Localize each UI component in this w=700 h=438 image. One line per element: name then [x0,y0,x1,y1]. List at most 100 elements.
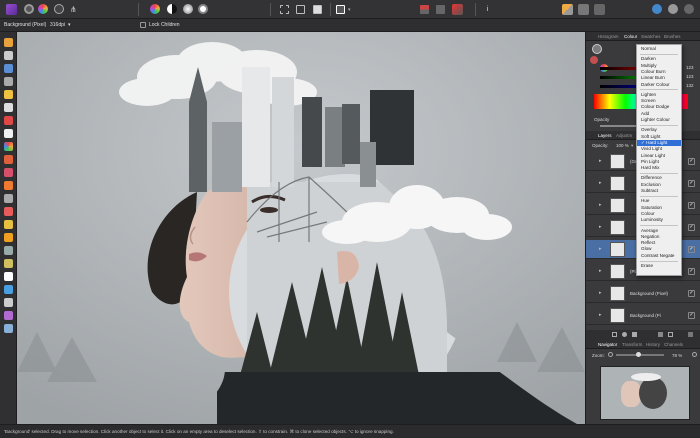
chevron-down-icon[interactable]: ▾ [631,143,633,149]
zoom-value[interactable]: 78 % [672,353,682,358]
auto-colour-icon[interactable] [150,4,160,14]
move-tool-icon[interactable] [4,51,13,60]
primary-colour-swatch[interactable] [592,44,602,54]
layer-opacity-value[interactable]: 100 % [616,143,629,148]
expand-arrow-icon[interactable]: ▸ [599,246,602,252]
assistant-icon[interactable] [420,5,429,14]
deselect-icon[interactable] [296,5,305,14]
add-layer-icon[interactable] [668,332,673,337]
layer-visibility-checkbox[interactable]: ✓ [688,202,695,209]
quick-mask-icon[interactable] [336,5,345,14]
new-group-icon[interactable] [658,332,663,337]
expand-arrow-icon[interactable]: ▸ [599,202,602,208]
tab-channels[interactable]: Channels [664,342,683,347]
blemish-removal-icon[interactable] [4,246,13,255]
marquee-tool-icon[interactable] [4,116,13,125]
tab-colour[interactable]: Colour [624,34,637,39]
tab-transform[interactable]: Transform [622,342,642,347]
tab-histogram[interactable]: Histogram [598,34,619,39]
view-tool-icon[interactable] [4,38,13,47]
red-eye-icon[interactable] [4,259,13,268]
share-icon[interactable]: ⋔ [70,4,81,15]
auto-white-balance-icon[interactable] [198,4,208,14]
document-canvas[interactable] [17,32,585,424]
paint-brush-icon[interactable] [4,155,13,164]
green-value[interactable]: 123 [686,74,694,79]
blend-mode-item[interactable]: Erase [637,263,681,269]
zoom-out-icon[interactable] [608,352,613,357]
clone-brush-icon[interactable] [4,181,13,190]
crop-tool-icon[interactable] [4,77,13,86]
flood-fill-icon[interactable] [4,142,13,151]
app-icon[interactable] [6,4,17,15]
pen-tool-icon[interactable] [4,311,13,320]
erase-brush-icon[interactable] [4,194,13,203]
mirror-icon[interactable] [436,5,445,14]
blue-value[interactable]: 132 [686,83,694,88]
marquee-select-icon[interactable] [280,5,289,14]
blend-mode-item[interactable]: Hard Mix [637,165,681,171]
auto-levels-icon[interactable] [183,4,193,14]
secondary-colour-swatch[interactable] [590,56,598,64]
tab-brushes[interactable]: Brushes [664,34,681,39]
layer-row[interactable]: ▸ Background (Pixel) ✓ [586,284,700,303]
expand-arrow-icon[interactable]: ▸ [599,290,602,296]
layer-visibility-checkbox[interactable]: ✓ [688,180,695,187]
smudge-brush-icon[interactable] [4,207,13,216]
adjustment-icon[interactable] [622,332,627,337]
expand-arrow-icon[interactable]: ▸ [599,180,602,186]
selection-brush-icon[interactable] [4,90,13,99]
zoom-tool-icon[interactable] [4,324,13,333]
snapping-icon[interactable] [594,4,605,15]
persona-develop-icon[interactable] [54,4,64,14]
invert-selection-icon[interactable] [313,5,322,14]
healing-brush-icon[interactable] [4,220,13,229]
delete-layer-icon[interactable] [688,332,693,337]
layer-visibility-checkbox[interactable]: ✓ [688,158,695,165]
layer-row[interactable]: ▸ Background (Pi ✓ [586,306,700,325]
flood-select-icon[interactable] [4,103,13,112]
sharpen-brush-icon[interactable] [4,272,13,281]
blend-mode-item[interactable]: Lighter Colour [637,117,681,123]
blend-mode-item[interactable]: Luminosity [637,217,681,223]
layer-visibility-checkbox[interactable]: ✓ [688,290,695,297]
dodge-brush-icon[interactable] [4,168,13,177]
info-icon[interactable]: i [482,4,493,15]
mask-layer-icon[interactable] [612,332,617,337]
tab-adjustments[interactable]: Adjustm [616,133,632,138]
expand-arrow-icon[interactable]: ▸ [599,158,602,164]
blend-mode-item[interactable]: Contrast Negate [637,253,681,259]
tab-layers[interactable]: Layers [598,133,612,138]
expand-arrow-icon[interactable]: ▸ [599,268,602,274]
persona-photo-icon[interactable] [24,4,34,14]
inpainting-brush-icon[interactable] [4,233,13,242]
blend-mode-item[interactable]: Normal [637,46,681,52]
navigator-preview[interactable] [600,366,690,420]
blend-mode-dropdown[interactable]: Normal Darken Multiply Colour Burn Linear Bu… [636,44,682,276]
tab-swatches[interactable]: Swatches [641,34,661,39]
auto-contrast-icon[interactable] [167,4,177,14]
live-filter-icon[interactable] [632,332,637,337]
dpi-label[interactable]: 316dpi [50,22,65,28]
layer-visibility-checkbox[interactable]: ✓ [688,268,695,275]
blend-mode-item[interactable]: Darker Colour [637,82,681,88]
expand-arrow-icon[interactable]: ▸ [599,224,602,230]
tab-navigator[interactable]: Navigator [598,342,617,347]
layer-visibility-checkbox[interactable]: ✓ [688,312,695,319]
dpi-dropdown-icon[interactable]: ▾ [68,22,71,28]
colour-picker-icon[interactable] [4,64,13,73]
tab-history[interactable]: History [646,342,660,347]
align-icon[interactable] [578,4,589,15]
brush-assistant-icon[interactable] [452,4,463,15]
studio-3-icon[interactable] [684,4,694,14]
layer-visibility-checkbox[interactable]: ✓ [688,246,695,253]
text-tool-icon[interactable] [4,298,13,307]
arrange-icon[interactable] [562,4,573,15]
studio-1-icon[interactable] [652,4,662,14]
red-value[interactable]: 123 [686,65,694,70]
studio-2-icon[interactable] [668,4,678,14]
chevron-down-icon[interactable]: ▾ [348,7,351,13]
shape-tool-icon[interactable] [4,285,13,294]
lock-children-checkbox[interactable] [140,22,146,28]
freehand-select-icon[interactable] [4,129,13,138]
